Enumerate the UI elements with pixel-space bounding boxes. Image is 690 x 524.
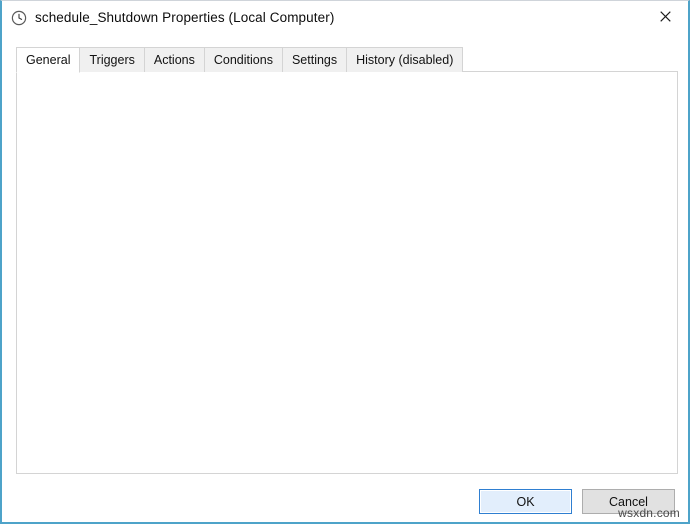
properties-dialog: schedule_Shutdown Properties (Local Comp…	[0, 0, 690, 524]
tab-conditions[interactable]: Conditions	[203, 47, 283, 72]
close-button[interactable]	[642, 1, 688, 32]
tab-actions[interactable]: Actions	[143, 47, 205, 72]
tab-label: Conditions	[213, 53, 273, 67]
tab-label: Settings	[291, 53, 338, 67]
watermark: wsxdn.com	[618, 506, 680, 520]
tab-triggers[interactable]: Triggers	[79, 47, 145, 72]
tab-label: History (disabled)	[356, 53, 454, 67]
tab-settings[interactable]: Settings	[281, 47, 348, 72]
general-tab-panel	[16, 71, 678, 474]
clock-icon	[11, 10, 27, 25]
close-icon	[659, 11, 671, 22]
tab-strip: General Triggers Actions Conditions Sett…	[16, 47, 678, 73]
tab-general[interactable]: General	[16, 47, 81, 73]
window-title: schedule_Shutdown Properties (Local Comp…	[35, 10, 335, 25]
tab-label: General	[26, 53, 71, 67]
title-bar: schedule_Shutdown Properties (Local Comp…	[2, 1, 688, 34]
tab-history[interactable]: History (disabled)	[346, 47, 464, 72]
tab-label: Triggers	[89, 53, 135, 67]
tab-label: Actions	[153, 53, 195, 67]
ok-button[interactable]: OK	[479, 489, 572, 514]
